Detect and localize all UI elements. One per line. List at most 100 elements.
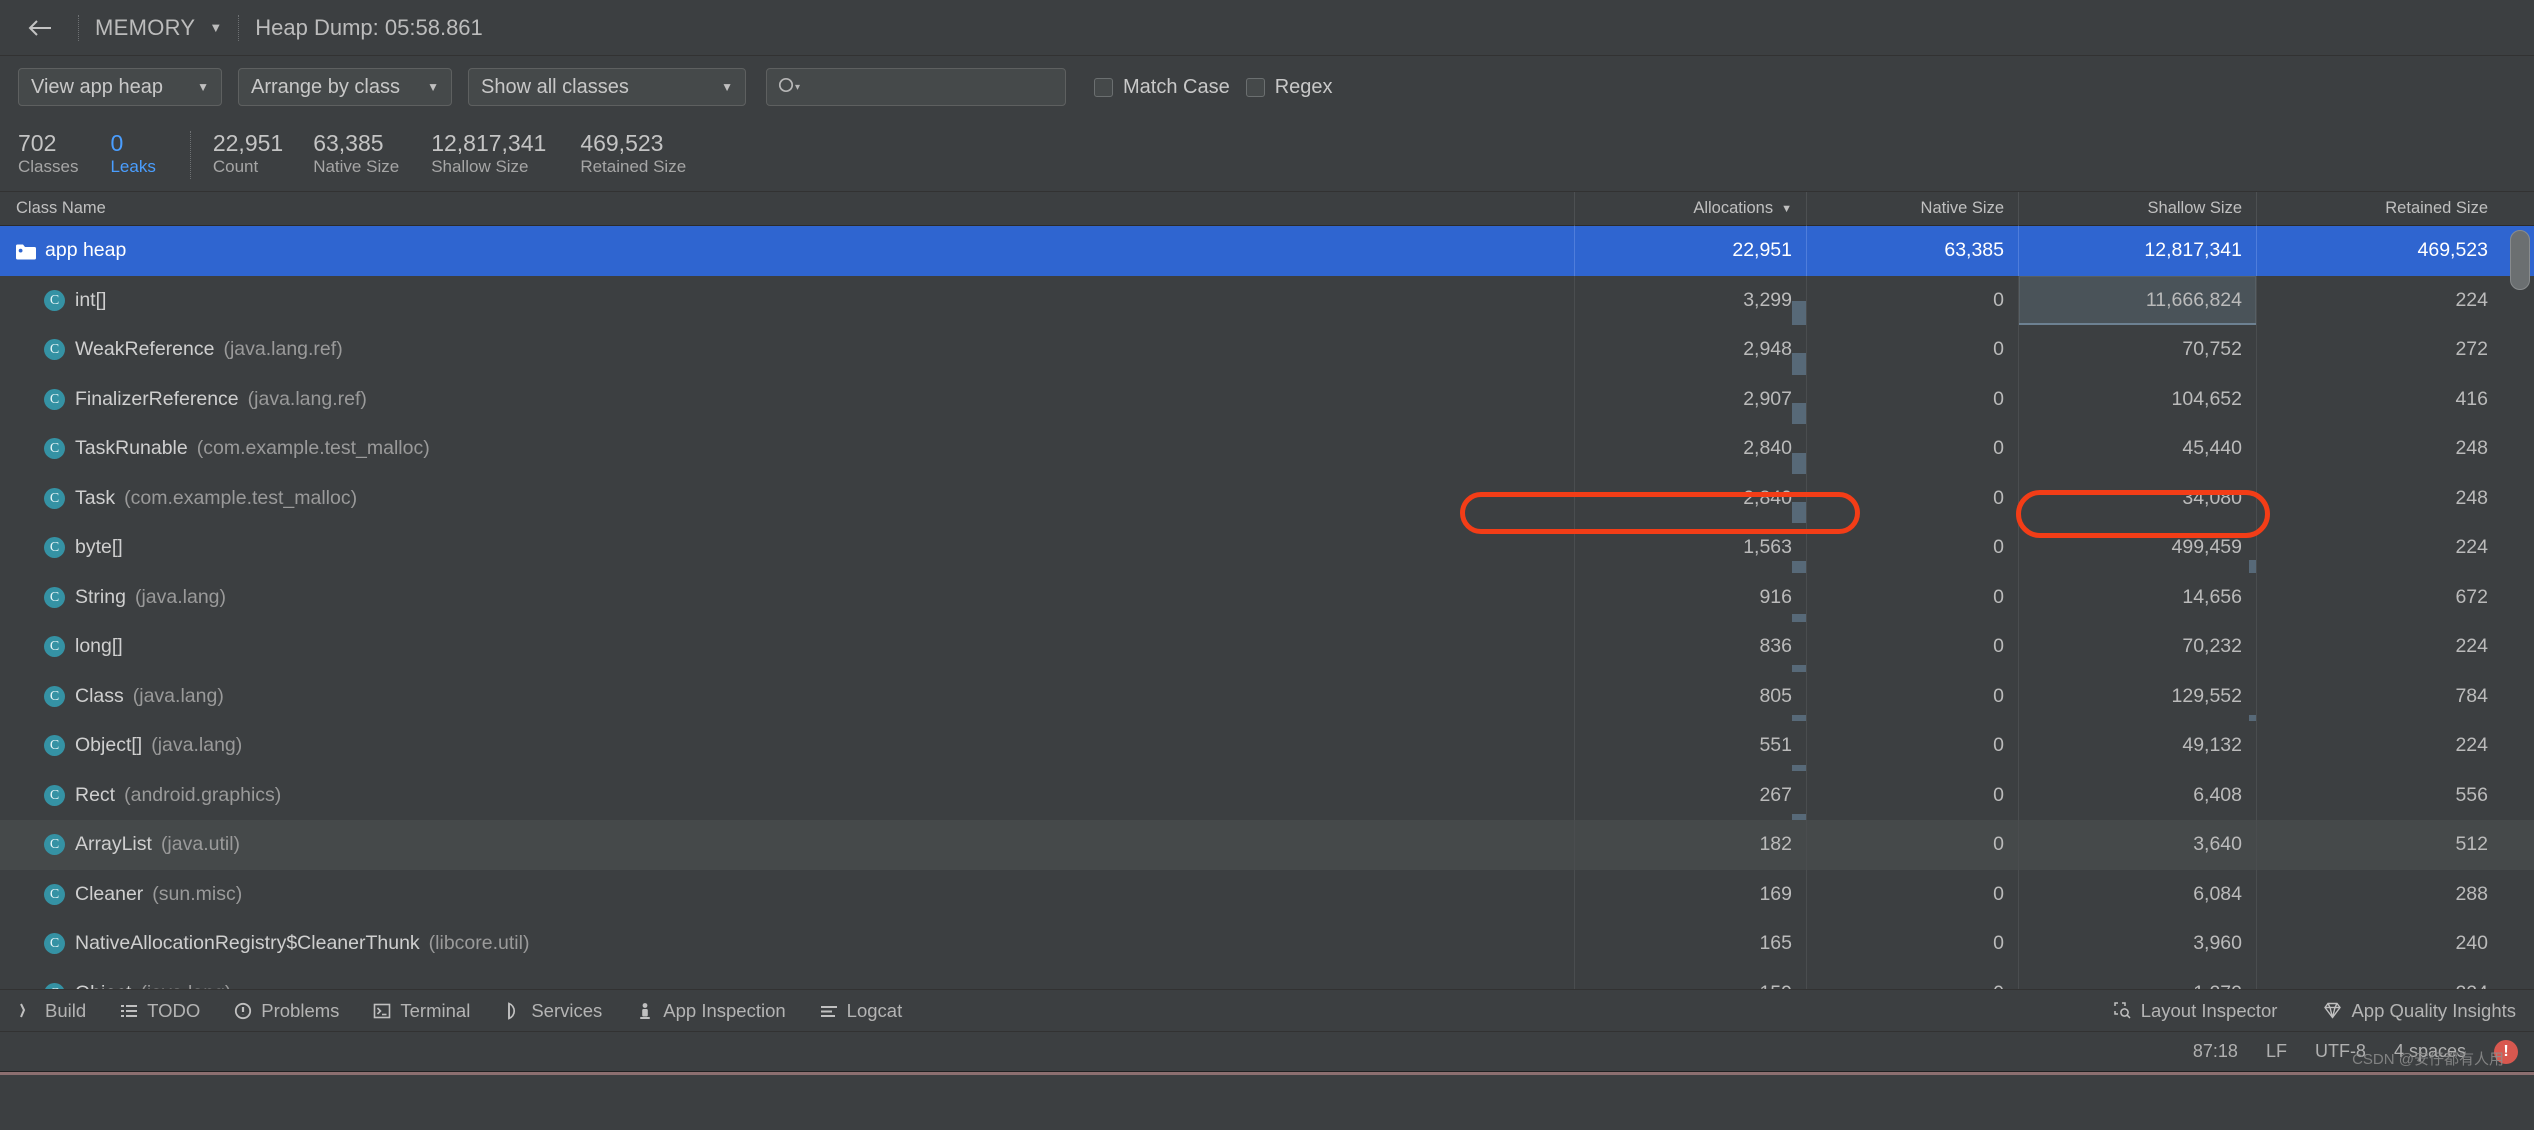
- warning-badge[interactable]: !: [2494, 1039, 2518, 1064]
- cell-allocations[interactable]: 805: [1574, 671, 1806, 721]
- table-row[interactable]: C Object[] (java.lang) 551 0 49,132 224: [0, 721, 2534, 771]
- cell-allocations[interactable]: 182: [1574, 820, 1806, 870]
- cell-retained-size[interactable]: 416: [2256, 374, 2502, 424]
- cell-allocations[interactable]: 159: [1574, 968, 1806, 989]
- tool-window-terminal[interactable]: Terminal: [373, 1000, 470, 1022]
- table-row[interactable]: Clong[] 836 0 70,232 224: [0, 622, 2534, 672]
- tool-window-app-inspection[interactable]: App Inspection: [636, 1000, 786, 1022]
- cell-retained-size[interactable]: 224: [2256, 523, 2502, 573]
- cell-native-size[interactable]: 0: [1806, 622, 2018, 672]
- arrange-select[interactable]: Arrange by class ▼: [238, 68, 452, 106]
- cell-native-size[interactable]: 0: [1806, 968, 2018, 989]
- table-row[interactable]: C NativeAllocationRegistry$CleanerThunk (l…: [0, 919, 2534, 969]
- cell-shallow-size[interactable]: 11,666,824: [2018, 275, 2256, 325]
- cell-shallow-size[interactable]: 499,459: [2018, 523, 2256, 573]
- cell-allocations[interactable]: 165: [1574, 919, 1806, 969]
- table-row[interactable]: Cint[] 3,299 0 11,666,824 224: [0, 275, 2534, 325]
- table-row[interactable]: C ArrayList (java.util) 182 0 3,640 512: [0, 820, 2534, 870]
- cell-allocations[interactable]: 1,563: [1574, 523, 1806, 573]
- stat-leaks[interactable]: 0 Leaks: [110, 130, 155, 179]
- search-box[interactable]: ▾: [766, 68, 1066, 106]
- search-input[interactable]: [806, 76, 1055, 98]
- column-header-allocations[interactable]: Allocations ▼: [1574, 191, 1806, 226]
- cell-native-size[interactable]: 0: [1806, 325, 2018, 375]
- column-header-native-size[interactable]: Native Size: [1806, 191, 2018, 226]
- heap-select[interactable]: View app heap ▼: [18, 68, 222, 106]
- cell-native-size[interactable]: 0: [1806, 572, 2018, 622]
- table-row[interactable]: C Object (java.lang) 159 0 1,272 224: [0, 968, 2534, 989]
- cell-shallow-size[interactable]: 104,652: [2018, 374, 2256, 424]
- cell-shallow-size[interactable]: 70,232: [2018, 622, 2256, 672]
- column-header-shallow-size[interactable]: Shallow Size: [2018, 191, 2256, 226]
- cell-retained-size[interactable]: 469,523: [2256, 226, 2502, 276]
- class-table-body[interactable]: app heap 22,951 63,385 12,817,341 469,523 Cin…: [0, 226, 2534, 989]
- checkbox-box[interactable]: [1094, 77, 1113, 97]
- table-row[interactable]: C FinalizerReference (java.lang.ref) 2,907 0…: [0, 374, 2534, 424]
- tool-window-todo[interactable]: TODO: [120, 1000, 200, 1022]
- cell-native-size[interactable]: 0: [1806, 671, 2018, 721]
- cell-native-size[interactable]: 0: [1806, 473, 2018, 523]
- table-vertical-scrollbar[interactable]: [2510, 230, 2530, 290]
- cell-shallow-size[interactable]: 6,084: [2018, 869, 2256, 919]
- cell-retained-size[interactable]: 224: [2256, 721, 2502, 771]
- classes-filter-select[interactable]: Show all classes ▼: [468, 68, 746, 106]
- file-encoding[interactable]: UTF-8: [2315, 1041, 2366, 1062]
- cell-allocations[interactable]: 2,907: [1574, 374, 1806, 424]
- cell-shallow-size[interactable]: 6,408: [2018, 770, 2256, 820]
- table-row[interactable]: C Rect (android.graphics) 267 0 6,408 556: [0, 770, 2534, 820]
- cell-allocations[interactable]: 2,840: [1574, 424, 1806, 474]
- cell-allocations[interactable]: 551: [1574, 721, 1806, 771]
- cell-allocations[interactable]: 836: [1574, 622, 1806, 672]
- cell-native-size[interactable]: 63,385: [1806, 226, 2018, 276]
- table-row[interactable]: app heap 22,951 63,385 12,817,341 469,523: [0, 226, 2534, 276]
- cell-allocations[interactable]: 2,840: [1574, 473, 1806, 523]
- cell-allocations[interactable]: 3,299: [1574, 275, 1806, 325]
- table-row[interactable]: C Class (java.lang) 805 0 129,552 784: [0, 671, 2534, 721]
- tool-window-services[interactable]: Services: [504, 1000, 602, 1022]
- cell-shallow-size[interactable]: 12,817,341: [2018, 226, 2256, 276]
- tool-window-app-quality-insights[interactable]: App Quality Insights: [2323, 1000, 2516, 1022]
- table-row[interactable]: Cbyte[] 1,563 0 499,459 224: [0, 523, 2534, 573]
- table-row[interactable]: C Task (com.example.test_malloc) 2,840 0 34,0…: [0, 473, 2534, 523]
- cell-native-size[interactable]: 0: [1806, 919, 2018, 969]
- cell-allocations[interactable]: 2,948: [1574, 325, 1806, 375]
- cell-retained-size[interactable]: 784: [2256, 671, 2502, 721]
- tool-window-logcat[interactable]: Logcat: [820, 1000, 902, 1022]
- back-arrow-icon[interactable]: [18, 6, 62, 50]
- cell-shallow-size[interactable]: 14,656: [2018, 572, 2256, 622]
- cell-native-size[interactable]: 0: [1806, 820, 2018, 870]
- cell-retained-size[interactable]: 224: [2256, 275, 2502, 325]
- cell-retained-size[interactable]: 248: [2256, 424, 2502, 474]
- chevron-down-icon[interactable]: ▼: [209, 20, 222, 35]
- cell-native-size[interactable]: 0: [1806, 721, 2018, 771]
- cell-retained-size[interactable]: 672: [2256, 572, 2502, 622]
- cell-retained-size[interactable]: 224: [2256, 968, 2502, 989]
- cell-allocations[interactable]: 916: [1574, 572, 1806, 622]
- search-dropdown-icon[interactable]: ▾: [795, 82, 800, 93]
- cell-retained-size[interactable]: 556: [2256, 770, 2502, 820]
- cell-native-size[interactable]: 0: [1806, 523, 2018, 573]
- cell-native-size[interactable]: 0: [1806, 374, 2018, 424]
- cell-shallow-size[interactable]: 70,752: [2018, 325, 2256, 375]
- cell-shallow-size[interactable]: 45,440: [2018, 424, 2256, 474]
- cell-native-size[interactable]: 0: [1806, 424, 2018, 474]
- cell-shallow-size[interactable]: 3,640: [2018, 820, 2256, 870]
- cell-shallow-size[interactable]: 34,080: [2018, 473, 2256, 523]
- cell-native-size[interactable]: 0: [1806, 275, 2018, 325]
- cell-retained-size[interactable]: 224: [2256, 622, 2502, 672]
- line-separator[interactable]: LF: [2266, 1041, 2287, 1062]
- cell-allocations[interactable]: 169: [1574, 869, 1806, 919]
- checkbox-box[interactable]: [1245, 77, 1265, 97]
- cell-retained-size[interactable]: 512: [2256, 820, 2502, 870]
- cell-shallow-size[interactable]: 49,132: [2018, 721, 2256, 771]
- indent-setting[interactable]: 4 spaces: [2394, 1041, 2466, 1062]
- table-row[interactable]: C TaskRunable (com.example.test_malloc) 2,8…: [0, 424, 2534, 474]
- column-header-retained-size[interactable]: Retained Size: [2256, 191, 2502, 226]
- caret-position[interactable]: 87:18: [2193, 1041, 2238, 1062]
- cell-shallow-size[interactable]: 129,552: [2018, 671, 2256, 721]
- cell-retained-size[interactable]: 240: [2256, 919, 2502, 969]
- cell-allocations[interactable]: 22,951: [1574, 226, 1806, 276]
- table-row[interactable]: C Cleaner (sun.misc) 169 0 6,084 288: [0, 869, 2534, 919]
- cell-shallow-size[interactable]: 3,960: [2018, 919, 2256, 969]
- cell-shallow-size[interactable]: 1,272: [2018, 968, 2256, 989]
